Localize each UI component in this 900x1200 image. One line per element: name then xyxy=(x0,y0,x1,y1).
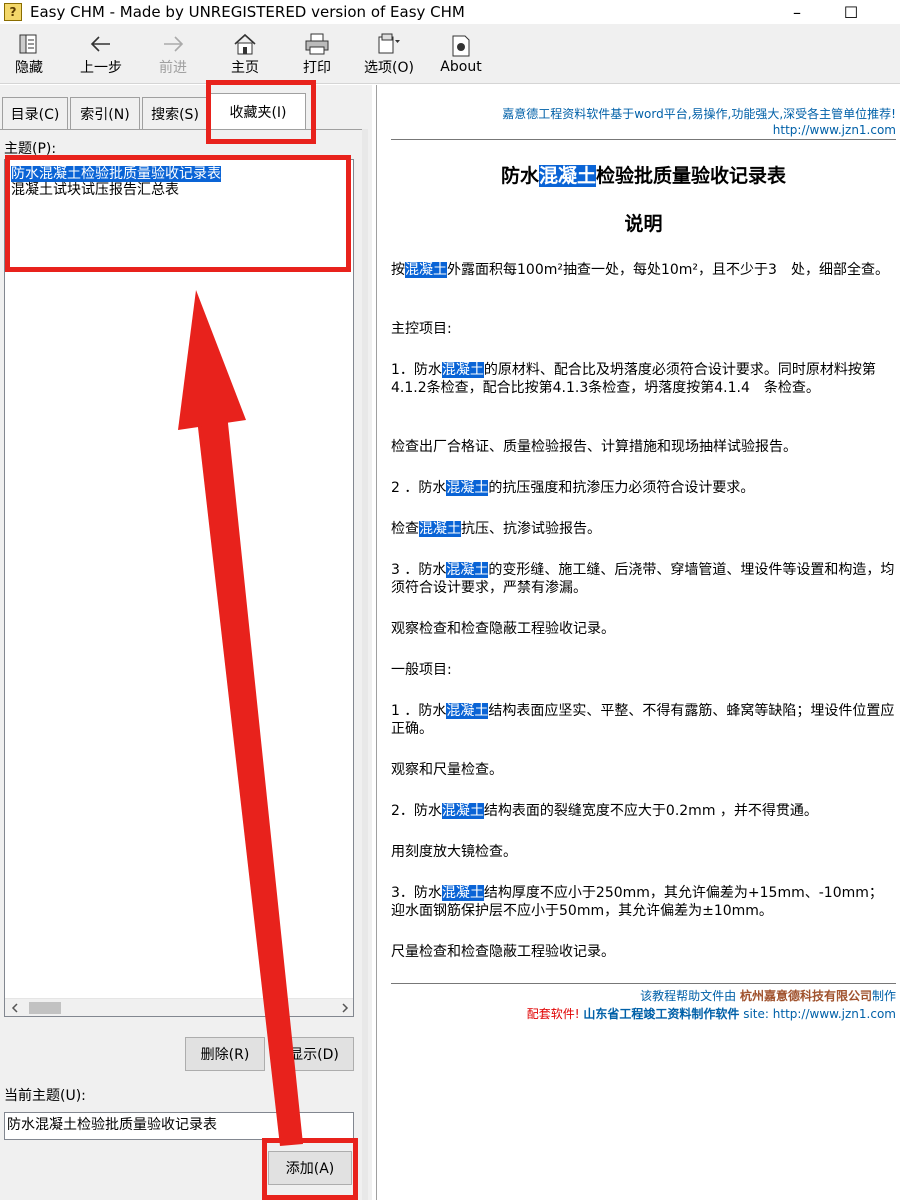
tab-contents[interactable]: 目录(C) xyxy=(2,97,68,129)
forward-arrow-icon xyxy=(161,31,185,57)
back-button[interactable]: 上一步 xyxy=(65,24,137,84)
print-button[interactable]: 打印 xyxy=(281,24,353,84)
header-divider xyxy=(391,139,896,140)
forward-button[interactable]: 前进 xyxy=(137,24,209,84)
paragraph: 用刻度放大镜检查。 xyxy=(391,844,517,860)
home-icon xyxy=(232,31,258,57)
back-label: 上一步 xyxy=(80,60,122,76)
doc-header-slogan: 嘉意德工程资料软件基于word平台,易操作,功能强大,深受各主管单位推荐! xyxy=(502,107,896,121)
scrollbar-thumb[interactable] xyxy=(29,1002,61,1014)
toolbar: 隐藏 上一步 前进 主页 打印 选项(O) About xyxy=(0,24,900,84)
footer-divider xyxy=(391,983,896,984)
printer-icon xyxy=(304,31,330,57)
window-title: Easy CHM - Made by UNREGISTERED version … xyxy=(30,3,465,21)
add-button-highlight-box xyxy=(262,1138,358,1200)
about-icon xyxy=(450,33,472,59)
home-label: 主页 xyxy=(231,60,259,76)
current-topic-input[interactable]: 防水混凝土检验批质量验收记录表 xyxy=(4,1112,354,1140)
forward-label: 前进 xyxy=(159,60,187,76)
paragraph: 主控项目: xyxy=(391,321,452,337)
paragraph: 按混凝土外露面积每100m²抽查一处，每处10m²，且不少于3 处，细部全查。 xyxy=(391,262,889,278)
app-icon: ? xyxy=(4,3,22,21)
tab-index[interactable]: 索引(N) xyxy=(70,97,140,129)
scroll-right-icon[interactable] xyxy=(341,1003,349,1013)
about-label: About xyxy=(440,59,482,75)
paragraph: 3 ．防水混凝土的变形缝、施工缝、后浇带、穿墙管道、埋设件等设置和构造，均须符合… xyxy=(391,562,895,596)
delete-button[interactable]: 删除(R) xyxy=(185,1037,265,1071)
back-arrow-icon xyxy=(89,31,113,57)
minimize-button[interactable]: – xyxy=(774,0,820,24)
paragraph: 3．防水混凝土结构厚度不应小于250mm，其允许偏差为+15mm、-10mm；迎… xyxy=(391,885,883,919)
hide-label: 隐藏 xyxy=(15,60,43,76)
doc-header-link[interactable]: http://www.jzn1.com xyxy=(773,123,896,137)
options-button[interactable]: 选项(O) xyxy=(353,24,425,84)
doc-title: 防水混凝土检验批质量验收记录表 xyxy=(500,165,787,187)
about-button[interactable]: About xyxy=(425,24,497,84)
maximize-button[interactable]: ☐ xyxy=(828,0,874,24)
options-icon xyxy=(376,31,402,57)
doc-subtitle: 说明 xyxy=(624,213,663,235)
print-label: 打印 xyxy=(303,60,331,76)
show-button[interactable]: 显示(D) xyxy=(274,1037,354,1071)
favorites-topic-list[interactable]: 防水混凝土检验批质量验收记录表 混凝土试块试压报告汇总表 xyxy=(4,159,354,1017)
scroll-left-icon[interactable] xyxy=(11,1003,19,1013)
tab-search[interactable]: 搜索(S) xyxy=(142,97,208,129)
content-pane: 嘉意德工程资料软件基于word平台,易操作,功能强大,深受各主管单位推荐! ht… xyxy=(376,85,900,1200)
paragraph: 观察检查和检查隐蔽工程验收记录。 xyxy=(391,621,615,637)
current-topic-label: 当前主题(U): xyxy=(4,1088,86,1104)
home-button[interactable]: 主页 xyxy=(209,24,281,84)
topic-list-highlight-box xyxy=(5,155,351,272)
pane-splitter[interactable] xyxy=(362,129,368,1200)
nav-tabs: 目录(C) 索引(N) 搜索(S) 收藏夹(I) xyxy=(0,93,372,130)
paragraph: 2．防水混凝土结构表面的裂缝宽度不应大于0.2mm ，并不得贯通。 xyxy=(391,803,818,819)
favorites-tab-highlight-box xyxy=(206,80,316,144)
options-label: 选项(O) xyxy=(364,60,414,76)
paragraph: 1．防水混凝土的原材料、配合比及坍落度必须符合设计要求。同时原材料按第4.1.2… xyxy=(391,362,876,396)
paragraph: 检查出厂合格证、质量检验报告、计算措施和现场抽样试验报告。 xyxy=(391,439,797,455)
doc-footer-promo[interactable]: 配套软件! 山东省工程竣工资料制作软件 site: http://www.jzn… xyxy=(527,1005,896,1022)
paragraph: 2 ．防水混凝土的抗压强度和抗渗压力必须符合设计要求。 xyxy=(391,480,755,496)
paragraph: 检查混凝土抗压、抗渗试验报告。 xyxy=(391,521,601,537)
title-bar: ? Easy CHM - Made by UNREGISTERED versio… xyxy=(0,0,900,24)
hide-button[interactable]: 隐藏 xyxy=(0,24,65,84)
doc-footer-credit: 该教程帮助文件由 杭州嘉意德科技有限公司制作 xyxy=(640,989,896,1003)
paragraph: 1 ．防水混凝土结构表面应坚实、平整、不得有露筋、蜂窝等缺陷；埋设件位置应正确。 xyxy=(391,703,895,737)
paragraph: 观察和尺量检查。 xyxy=(391,762,503,778)
horizontal-scrollbar[interactable] xyxy=(5,998,353,1016)
paragraph: 一般项目: xyxy=(391,662,452,678)
paragraph: 尺量检查和检查隐蔽工程验收记录。 xyxy=(391,944,615,960)
hide-icon xyxy=(17,31,41,57)
